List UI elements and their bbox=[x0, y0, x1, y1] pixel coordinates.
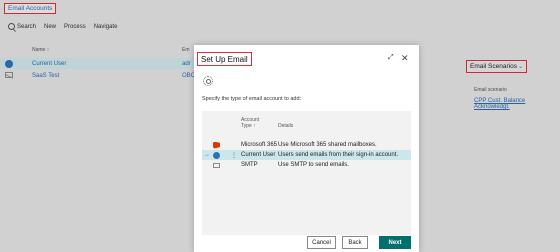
account-type-name: Microsoft 365 bbox=[241, 142, 278, 148]
gear-icon bbox=[203, 76, 213, 86]
close-icon[interactable]: ✕ bbox=[401, 53, 409, 64]
account-type-list: Account Type ↑ Details Microsoft 365 Use… bbox=[202, 111, 411, 235]
row-selector-arrow-icon: → bbox=[204, 152, 210, 158]
column-header-account-type[interactable]: Account Type ↑ bbox=[241, 117, 259, 129]
account-type-details: Use Microsoft 365 shared mailboxes. bbox=[278, 142, 377, 148]
mail-icon bbox=[213, 162, 220, 168]
list-item[interactable]: SMTP Use SMTP to send emails. bbox=[202, 160, 411, 170]
column-header-details[interactable]: Details bbox=[278, 123, 293, 129]
set-up-email-dialog: Set Up Email ⤢ ✕ Specify the type of ema… bbox=[194, 45, 419, 252]
cancel-button[interactable]: Cancel bbox=[307, 236, 336, 249]
account-type-name: SMTP bbox=[241, 162, 258, 168]
user-icon bbox=[213, 151, 220, 159]
list-item[interactable]: Microsoft 365 Use Microsoft 365 shared m… bbox=[202, 140, 411, 150]
office365-icon bbox=[213, 141, 220, 149]
row-actions-menu-icon[interactable]: ⋮ bbox=[231, 152, 237, 159]
column-header-account-type-line2: Type ↑ bbox=[241, 123, 256, 129]
account-type-details: Use SMTP to send emails. bbox=[278, 162, 349, 168]
expand-icon[interactable]: ⤢ bbox=[388, 54, 394, 62]
dialog-instruction: Specify the type of email account to add… bbox=[202, 96, 302, 102]
dialog-title: Set Up Email bbox=[197, 52, 252, 66]
next-button[interactable]: Next bbox=[379, 236, 411, 249]
back-button[interactable]: Back bbox=[342, 236, 368, 249]
account-type-name: Current User bbox=[241, 152, 276, 158]
list-item[interactable]: → ⋮ Current User Users send emails from … bbox=[202, 150, 411, 160]
account-type-details: Users send emails from their sign-in acc… bbox=[278, 152, 399, 158]
